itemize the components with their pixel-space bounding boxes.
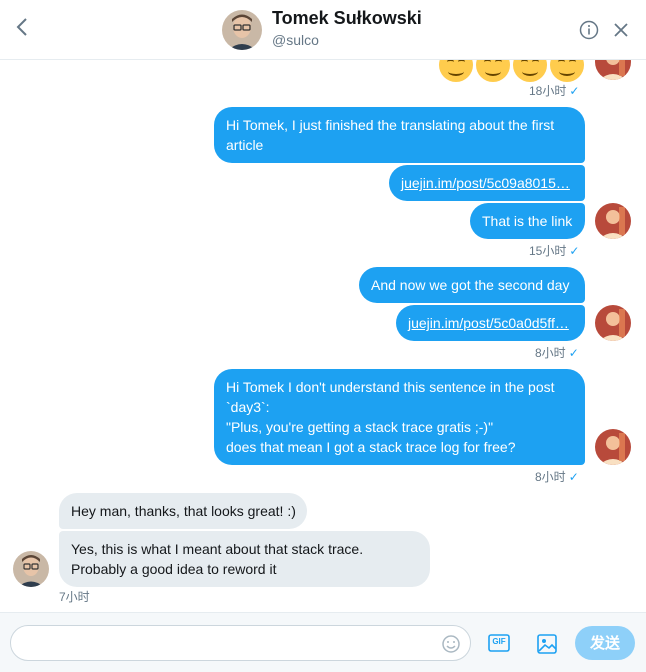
outgoing-message[interactable]: That is the link bbox=[470, 203, 585, 239]
chevron-left-icon bbox=[16, 18, 27, 36]
outgoing-message[interactable]: Hi Tomek I don't understand this sentenc… bbox=[214, 369, 585, 465]
close-icon bbox=[614, 23, 628, 37]
message-timestamp: 7小时 bbox=[59, 590, 90, 604]
gif-button[interactable]: GIF bbox=[488, 633, 510, 653]
close-button[interactable] bbox=[611, 20, 631, 40]
read-check-icon: ✓ bbox=[568, 346, 579, 360]
outgoing-message: juejin.im/post/5c09a8015… bbox=[389, 165, 585, 201]
image-button[interactable] bbox=[536, 633, 558, 655]
message-timestamp: 8小时 ✓ bbox=[535, 346, 579, 360]
emoji-button[interactable] bbox=[441, 634, 461, 654]
avatar[interactable] bbox=[595, 203, 631, 239]
avatar-image bbox=[13, 551, 49, 587]
read-check-icon: ✓ bbox=[569, 84, 580, 98]
contact-handle: @sulco bbox=[272, 32, 319, 48]
smiling-face-icon bbox=[476, 60, 510, 82]
avatar-image bbox=[595, 429, 631, 465]
contact-name[interactable]: Tomek Sułkowski bbox=[272, 8, 422, 29]
avatar[interactable] bbox=[222, 10, 262, 50]
message-list[interactable]: 18小时 ✓ Hi Tomek, I just finished the tran… bbox=[0, 60, 646, 612]
avatar[interactable] bbox=[595, 305, 631, 341]
message-timestamp: 15小时 ✓ bbox=[529, 244, 580, 258]
incoming-message[interactable]: Hey man, thanks, that looks great! :) bbox=[59, 493, 307, 529]
avatar-image bbox=[222, 10, 262, 50]
message-link[interactable]: juejin.im/post/5c0a0d5ff… bbox=[408, 315, 569, 331]
message-composer: GIF 发送 bbox=[0, 612, 646, 672]
outgoing-message[interactable]: Hi Tomek, I just finished the translatin… bbox=[214, 107, 585, 163]
read-check-icon: ✓ bbox=[568, 470, 579, 484]
avatar-image bbox=[595, 305, 631, 341]
avatar[interactable] bbox=[595, 60, 631, 80]
read-check-icon: ✓ bbox=[569, 244, 580, 258]
rolling-on-floor-laughing-icon bbox=[439, 60, 473, 82]
conversation-header: Tomek Sułkowski @sulco bbox=[0, 0, 646, 60]
incoming-message[interactable]: Yes, this is what I meant about that sta… bbox=[59, 531, 430, 587]
info-icon bbox=[579, 20, 599, 40]
info-button[interactable] bbox=[579, 20, 599, 40]
smiley-icon bbox=[442, 635, 460, 653]
message-input[interactable] bbox=[10, 625, 471, 661]
message-timestamp: 8小时 ✓ bbox=[535, 470, 579, 484]
avatar[interactable] bbox=[595, 429, 631, 465]
outgoing-message[interactable]: And now we got the second day bbox=[359, 267, 585, 303]
send-button[interactable]: 发送 bbox=[575, 626, 635, 660]
message-link[interactable]: juejin.im/post/5c09a8015… bbox=[401, 175, 570, 191]
back-button[interactable] bbox=[10, 14, 36, 40]
avatar-image bbox=[595, 60, 631, 80]
avatar[interactable] bbox=[13, 551, 49, 587]
smiling-face-icon bbox=[513, 60, 547, 82]
image-icon bbox=[537, 634, 557, 654]
outgoing-message: juejin.im/post/5c0a0d5ff… bbox=[396, 305, 585, 341]
smiling-face-icon bbox=[550, 60, 584, 82]
avatar-image bbox=[595, 203, 631, 239]
message-timestamp: 18小时 ✓ bbox=[529, 84, 580, 98]
gif-label: GIF bbox=[492, 637, 506, 646]
